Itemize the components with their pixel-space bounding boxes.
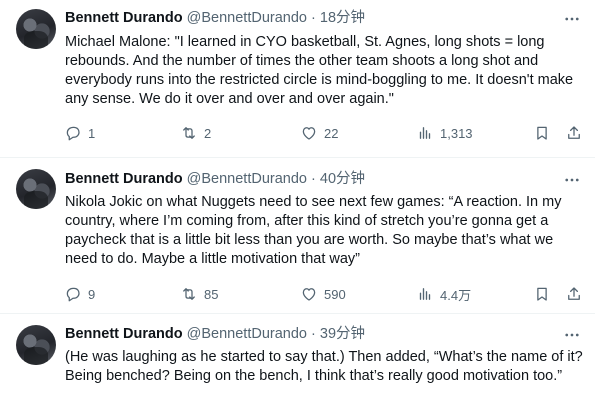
- share-button[interactable]: [565, 284, 583, 304]
- bookmark-icon: [537, 126, 547, 140]
- tweet-header: Bennett Durando @BennettDurando · 39分钟: [65, 325, 365, 344]
- tweet-actions: 1 2 22 1,313: [60, 123, 585, 143]
- author-handle[interactable]: @BennettDurando: [187, 171, 307, 187]
- share-icon: [568, 126, 580, 139]
- reply-count: 1: [88, 125, 96, 141]
- more-horizontal-icon: [565, 17, 579, 21]
- retweet-icon: [183, 288, 195, 300]
- author-name[interactable]: Bennett Durando: [65, 326, 183, 342]
- tweet-header: Bennett Durando @BennettDurando · 40分钟: [65, 170, 365, 189]
- avatar[interactable]: [16, 325, 56, 365]
- like-button[interactable]: 590: [300, 284, 346, 304]
- views-button[interactable]: 1,313: [416, 123, 473, 143]
- separator: ·: [311, 171, 316, 187]
- heart-icon: [302, 288, 316, 301]
- tweet-text: (He was laughing as he started to say th…: [65, 349, 583, 384]
- retweet-count: 85: [204, 286, 219, 302]
- avatar[interactable]: [16, 9, 56, 49]
- bookmark-icon: [537, 287, 547, 301]
- views-chart-icon: [419, 127, 431, 139]
- retweet-button[interactable]: 2: [180, 123, 211, 143]
- retweet-button[interactable]: 85: [180, 284, 218, 304]
- tweet-actions: 9 85 590 4.4万: [60, 284, 585, 304]
- timestamp[interactable]: 40分钟: [320, 171, 365, 187]
- reply-icon: [66, 126, 80, 141]
- retweet-count: 2: [204, 125, 212, 141]
- reply-button[interactable]: 1: [64, 123, 95, 143]
- more-horizontal-icon: [565, 178, 579, 182]
- tweet-text: Michael Malone: "I learned in CYO basket…: [65, 34, 574, 107]
- author-handle[interactable]: @BennettDurando: [187, 10, 307, 26]
- avatar[interactable]: [16, 169, 56, 209]
- reply-button[interactable]: 9: [64, 284, 95, 304]
- tweet-1[interactable]: Bennett Durando @BennettDurando · 18分钟 M…: [0, 0, 595, 158]
- views-count: 1,313: [440, 125, 473, 141]
- like-button[interactable]: 22: [300, 123, 338, 143]
- views-chart-icon: [419, 288, 431, 300]
- author-name[interactable]: Bennett Durando: [65, 10, 183, 26]
- views-count: 4.4万: [440, 287, 472, 303]
- heart-icon: [302, 127, 316, 140]
- more-horizontal-icon: [565, 333, 579, 337]
- tweet-header: Bennett Durando @BennettDurando · 18分钟: [65, 9, 365, 28]
- reply-count: 9: [88, 286, 96, 302]
- separator: ·: [311, 10, 316, 26]
- like-count: 22: [324, 125, 339, 141]
- timestamp[interactable]: 18分钟: [320, 10, 365, 26]
- author-handle[interactable]: @BennettDurando: [187, 326, 307, 342]
- separator: ·: [311, 326, 316, 342]
- more-options-button[interactable]: [561, 326, 583, 344]
- share-button[interactable]: [565, 123, 583, 143]
- bookmark-button[interactable]: [533, 284, 551, 304]
- like-count: 590: [324, 286, 346, 302]
- timestamp[interactable]: 39分钟: [320, 326, 365, 342]
- views-button[interactable]: 4.4万: [416, 284, 471, 304]
- bookmark-button[interactable]: [533, 123, 551, 143]
- tweet-3[interactable]: Bennett Durando @BennettDurando · 39分钟 (…: [0, 315, 595, 407]
- tweet-text: Nikola Jokic on what Nuggets need to see…: [65, 194, 562, 267]
- more-options-button[interactable]: [561, 10, 583, 28]
- retweet-icon: [183, 127, 195, 139]
- share-icon: [568, 287, 580, 300]
- more-options-button[interactable]: [561, 171, 583, 189]
- reply-icon: [66, 287, 80, 302]
- tweet-2[interactable]: Bennett Durando @BennettDurando · 40分钟 N…: [0, 159, 595, 314]
- author-name[interactable]: Bennett Durando: [65, 171, 183, 187]
